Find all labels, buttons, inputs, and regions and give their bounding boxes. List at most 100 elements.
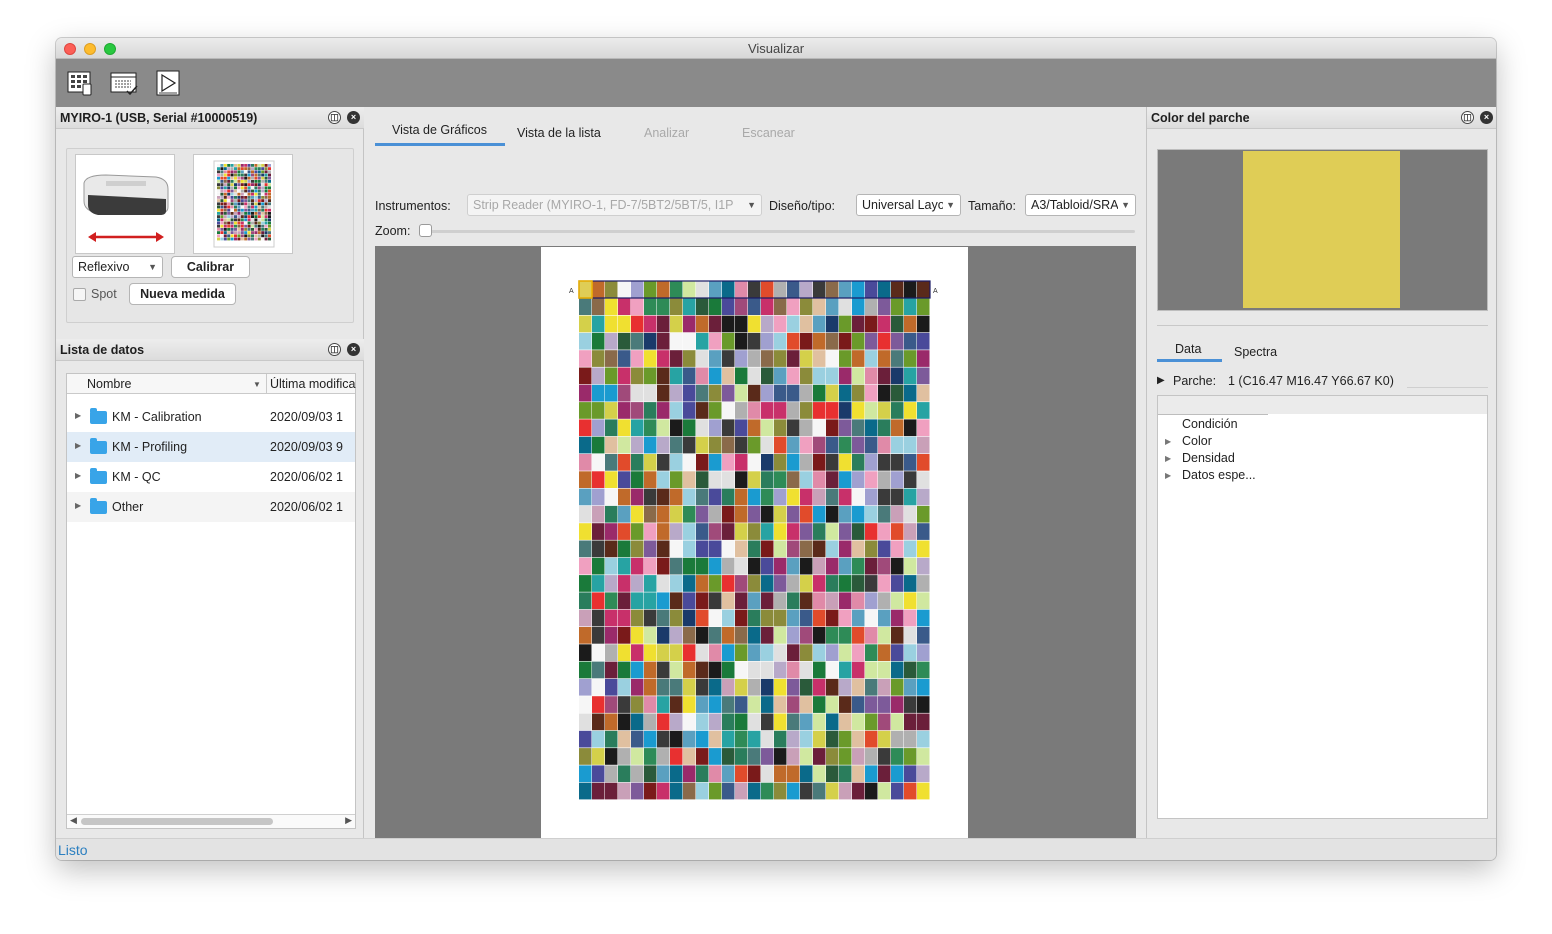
color-patch	[735, 436, 748, 454]
size-select[interactable]: A3/Tabloid/SRA ▼	[1025, 194, 1136, 216]
color-patch	[800, 488, 813, 506]
thumbnail-patch	[251, 234, 254, 238]
close-panel-icon[interactable]: ×	[347, 343, 360, 356]
thumbnail-patch	[264, 208, 268, 212]
expand-triangle-icon[interactable]: ▶	[75, 471, 81, 480]
list-item[interactable]: ▶ KM - Calibration 2020/09/03 1	[67, 402, 355, 432]
expand-triangle-icon[interactable]: ▶	[75, 411, 81, 420]
color-patch-chart[interactable]: A A	[541, 247, 968, 853]
color-patch	[605, 575, 618, 592]
color-patch	[852, 505, 865, 523]
scroll-left-icon[interactable]: ◀	[70, 815, 77, 826]
tab-data[interactable]: Data	[1175, 342, 1201, 356]
thumbnail-patch	[264, 196, 268, 199]
zoom-slider-handle[interactable]	[419, 224, 432, 237]
list-item[interactable]: ▶ KM - Profiling 2020/09/03 9	[67, 432, 355, 462]
tree-item-color[interactable]: Color	[1182, 434, 1212, 448]
color-patch	[839, 488, 852, 506]
tree-item-spectral-data[interactable]: Datos espe...	[1182, 468, 1256, 482]
expand-triangle-icon[interactable]: ▶	[1157, 375, 1165, 386]
horizontal-scrollbar[interactable]: ◀ ▶	[67, 814, 355, 828]
tab-graph-view[interactable]: Vista de Gráficos	[392, 123, 487, 137]
thumbnail-patch	[220, 231, 224, 234]
list-view-button[interactable]	[108, 67, 140, 99]
color-patch	[735, 350, 748, 367]
color-patch	[800, 315, 813, 333]
column-last-modified[interactable]: Última modifica	[270, 377, 356, 391]
thumbnail-patch	[220, 186, 224, 190]
color-patch	[904, 298, 917, 315]
color-patch	[722, 367, 735, 385]
expand-triangle-icon[interactable]: ▶	[75, 441, 81, 450]
color-patch	[592, 678, 605, 696]
color-patch	[657, 540, 670, 558]
color-patch	[683, 315, 696, 333]
tab-list-view[interactable]: Vista de la lista	[517, 126, 601, 140]
color-patch	[917, 454, 930, 471]
color-patch	[826, 281, 839, 298]
color-patch	[722, 782, 735, 800]
new-measurement-button[interactable]: Nueva medida	[129, 283, 236, 305]
layout-select[interactable]: Universal Layout ▼	[856, 194, 961, 216]
list-item[interactable]: ▶ KM - QC 2020/06/02 1	[67, 462, 355, 492]
color-patch	[644, 436, 657, 454]
thumbnail-patch	[254, 231, 258, 234]
sort-chevron-icon[interactable]: ▼	[253, 380, 261, 389]
color-patch	[605, 332, 618, 350]
tab-spectra[interactable]: Spectra	[1234, 345, 1277, 359]
expand-triangle-icon[interactable]: ▶	[75, 501, 81, 510]
thumbnail-patch	[237, 189, 241, 193]
thumbnail-patch	[254, 164, 258, 167]
color-patch	[826, 298, 839, 315]
color-patch	[644, 281, 657, 298]
tree-item-condition[interactable]: Condición	[1182, 417, 1238, 431]
thumbnail-patch	[220, 224, 224, 228]
thumbnail-patch	[251, 173, 254, 177]
calibrate-button[interactable]: Calibrar	[171, 256, 250, 278]
color-patch	[878, 367, 891, 385]
color-patch	[644, 298, 657, 315]
thumbnail-patch	[227, 164, 231, 167]
expand-triangle-icon[interactable]: ▶	[1165, 471, 1171, 480]
column-name[interactable]: Nombre	[87, 377, 131, 391]
color-patch	[644, 540, 657, 558]
play-chart-button[interactable]	[152, 67, 184, 99]
close-panel-icon[interactable]: ×	[347, 111, 360, 124]
color-patch	[761, 471, 774, 488]
restore-panel-icon[interactable]: ◫	[328, 343, 341, 356]
thumbnail-patch	[217, 212, 220, 215]
restore-panel-icon[interactable]: ◫	[328, 111, 341, 124]
color-patch	[878, 696, 891, 713]
color-patch	[865, 436, 878, 454]
scrollbar-thumb[interactable]	[81, 818, 273, 825]
measurement-mode-select[interactable]: Reflexivo ▼	[72, 256, 163, 278]
expand-triangle-icon[interactable]: ▶	[1165, 454, 1171, 463]
color-patch	[774, 782, 787, 800]
restore-panel-icon[interactable]: ◫	[1461, 111, 1474, 124]
thumbnail-patch	[261, 205, 265, 209]
thumbnail-patch	[234, 186, 237, 190]
scroll-right-icon[interactable]: ▶	[345, 815, 352, 826]
spot-checkbox[interactable]	[73, 288, 86, 301]
thumbnail-patch	[230, 176, 234, 180]
expand-triangle-icon[interactable]: ▶	[1165, 437, 1171, 446]
thumbnail-patch	[254, 234, 258, 238]
close-panel-icon[interactable]: ×	[1480, 111, 1493, 124]
color-patch	[644, 678, 657, 696]
color-patch	[670, 367, 683, 385]
thumbnail-patch	[234, 189, 237, 193]
color-patch	[592, 609, 605, 627]
color-patch	[618, 436, 631, 454]
color-patch	[683, 367, 696, 385]
zoom-slider-track[interactable]	[423, 230, 1135, 233]
thumbnail-patch	[264, 199, 268, 202]
color-patch	[761, 281, 774, 298]
color-patch	[852, 765, 865, 783]
thumbnail-patch	[268, 205, 271, 209]
color-patch	[657, 488, 670, 506]
chart-grid-button[interactable]	[64, 67, 96, 99]
thumbnail-patch	[261, 180, 265, 183]
thumbnail-patch	[230, 224, 234, 228]
tree-item-density[interactable]: Densidad	[1182, 451, 1235, 465]
list-item[interactable]: ▶ Other 2020/06/02 1	[67, 492, 355, 522]
